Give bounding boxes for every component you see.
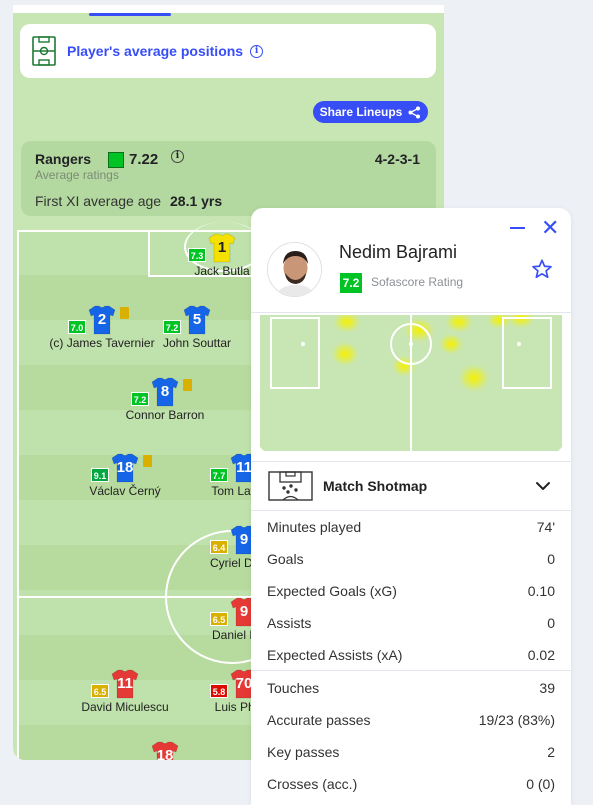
player-rating-label: Sofascore Rating: [371, 275, 464, 289]
tab-bar: [13, 5, 444, 13]
stat-row: Crosses (acc.) 0 (0): [251, 767, 571, 799]
player-name-label: Connor Barron: [125, 408, 205, 422]
jersey-icon: 11: [111, 669, 139, 699]
team-subtitle: Average ratings: [35, 168, 119, 182]
stat-value: 0.02: [527, 647, 555, 663]
average-age-label: First XI average age: [35, 193, 162, 209]
close-icon[interactable]: ✕: [541, 217, 559, 239]
player-name-label: (c) James Tavernier: [49, 336, 155, 350]
average-positions-label: Player's average positions: [67, 43, 244, 59]
jersey-icon: 1: [208, 233, 236, 263]
player-rating-chip: 7.0: [68, 320, 86, 334]
stat-label: Touches: [267, 680, 320, 696]
stat-value: 74': [536, 519, 555, 535]
match-shotmap-label: Match Shotmap: [323, 478, 428, 494]
player-rating-chip: 5.8: [210, 684, 228, 698]
player-rating-chip: 6.5: [91, 684, 109, 698]
share-lineups-button[interactable]: Share Lineups: [313, 101, 428, 123]
card-divider: [251, 312, 571, 313]
team-rating-indicator: [108, 152, 124, 168]
stat-label: Key passes: [267, 744, 340, 760]
stat-row: Accurate passes 19/23 (83%): [251, 703, 571, 735]
stat-row: Assists 0: [251, 606, 571, 638]
jersey-icon: 18: [151, 741, 179, 760]
stat-label: Expected Goals (xG): [267, 583, 397, 599]
player-avatar: [267, 242, 322, 297]
team-summary-card: Rangers 7.22 i Average ratings 4-2-3-1 F…: [21, 141, 436, 216]
shotmap-icon: [268, 471, 313, 501]
stat-value: 0: [547, 615, 555, 631]
penalty-box-line: [148, 230, 150, 277]
jersey-icon: 2: [88, 305, 116, 335]
player-rating-chip: 6.5: [210, 612, 228, 626]
jersey-number: 18: [156, 747, 174, 760]
stat-value: 19/23 (83%): [478, 712, 555, 728]
jersey-number: 1: [217, 239, 227, 256]
jersey-icon: 8: [151, 377, 179, 407]
info-icon[interactable]: i: [250, 44, 264, 58]
stat-row: Key passes 2: [251, 735, 571, 767]
jersey-icon: 18: [111, 453, 139, 483]
player-detail-card: ✕ Nedim Bajrami 7.2 Sofascore Rating Mat…: [251, 208, 571, 805]
stat-label: Goals: [267, 551, 304, 567]
jersey-number: 5: [192, 311, 202, 328]
yellow-card-icon: [183, 379, 192, 391]
player-rating-chip: 9.1: [91, 468, 109, 482]
jersey-number: 2: [97, 311, 107, 328]
player-rating-chip: 7.2: [131, 392, 149, 406]
stat-value: 2: [547, 744, 555, 760]
player-rating-chip: 6.4: [210, 540, 228, 554]
stat-label: Accurate passes: [267, 712, 371, 728]
minimize-icon[interactable]: [510, 227, 525, 229]
app-root: Player's average positions i Share Lineu…: [0, 0, 593, 805]
player-photo-icon: [268, 243, 321, 296]
jersey-number: 18: [116, 459, 134, 476]
average-positions-card[interactable]: Player's average positions i: [20, 24, 436, 78]
jersey-number: 8: [160, 383, 170, 400]
team-name: Rangers: [35, 151, 92, 167]
stat-row: Expected Assists (xA) 0.02: [251, 638, 571, 670]
team-info-icon[interactable]: i: [171, 150, 184, 163]
average-age-value: 28.1 yrs: [170, 193, 223, 209]
stat-row: Goals 0: [251, 542, 571, 574]
stat-label: Crosses (acc.): [267, 776, 358, 792]
stat-row: Expected Goals (xG) 0.10: [251, 574, 571, 606]
player-name-label: David Miculescu: [81, 700, 169, 714]
yellow-card-icon: [143, 455, 152, 467]
yellow-card-icon: [120, 307, 129, 319]
player-rating-chip: 7.3: [188, 248, 206, 262]
stat-value: 0 (0): [526, 776, 555, 792]
active-tab-indicator: [89, 13, 171, 16]
stat-row: Minutes played 74': [251, 510, 571, 542]
star-icon[interactable]: [531, 258, 553, 280]
player-name: Nedim Bajrami: [339, 242, 458, 262]
chevron-down-icon: [536, 482, 550, 490]
stat-label: Minutes played: [267, 519, 362, 535]
player-rating-chip: 7.2: [163, 320, 181, 334]
player-rating: 7.2: [340, 273, 362, 293]
jersey-icon: 5: [183, 305, 211, 335]
heatmap-pitch: [259, 314, 563, 452]
pitch-sideline: [17, 230, 19, 760]
player-rating-chip: 7.7: [210, 468, 228, 482]
stat-value: 39: [539, 680, 555, 696]
stat-label: Expected Assists (xA): [267, 647, 403, 663]
stat-label: Assists: [267, 615, 312, 631]
match-shotmap-toggle[interactable]: Match Shotmap: [251, 462, 571, 510]
team-formation: 4-2-3-1: [374, 151, 420, 167]
share-icon: [408, 106, 421, 118]
jersey-number: 11: [117, 675, 133, 692]
player-name-label: Václav Černý: [89, 484, 161, 498]
stat-value: 0.10: [527, 583, 555, 599]
player-name-label: John Souttar: [162, 336, 232, 350]
pitch-icon: [32, 36, 56, 66]
stat-row: Touches 39: [251, 671, 571, 703]
team-rating: 7.22: [129, 151, 159, 168]
player-heatmap[interactable]: [259, 314, 563, 452]
stat-value: 0: [547, 551, 555, 567]
share-lineups-label: Share Lineups: [319, 105, 403, 119]
